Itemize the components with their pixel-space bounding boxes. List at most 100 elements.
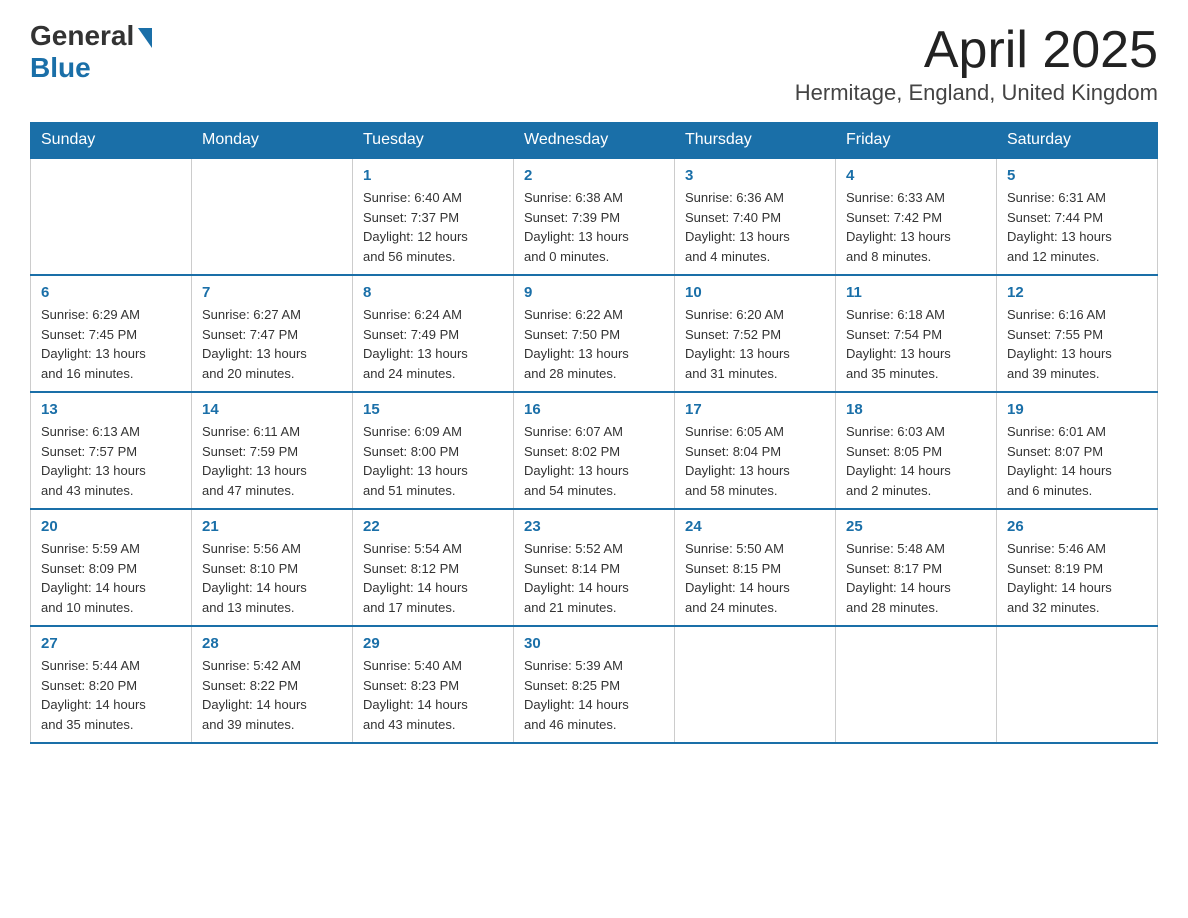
day-number: 4 xyxy=(846,167,986,184)
calendar-cell: 28 Sunrise: 5:42 AM Sunset: 8:22 PM Dayli… xyxy=(192,626,353,743)
calendar-cell: 4 Sunrise: 6:33 AM Sunset: 7:42 PM Daylig… xyxy=(836,158,997,275)
calendar-cell: 13 Sunrise: 6:13 AM Sunset: 7:57 PM Dayli… xyxy=(31,392,192,509)
week-row-1: 1 Sunrise: 6:40 AM Sunset: 7:37 PM Daylig… xyxy=(31,158,1158,275)
day-info: Sunrise: 6:36 AM Sunset: 7:40 PM Dayligh… xyxy=(685,188,825,266)
week-row-5: 27 Sunrise: 5:44 AM Sunset: 8:20 PM Dayli… xyxy=(31,626,1158,743)
calendar-cell: 3 Sunrise: 6:36 AM Sunset: 7:40 PM Daylig… xyxy=(675,158,836,275)
calendar-cell: 2 Sunrise: 6:38 AM Sunset: 7:39 PM Daylig… xyxy=(514,158,675,275)
weekday-header-wednesday: Wednesday xyxy=(514,123,675,159)
month-title: April 2025 xyxy=(795,20,1158,80)
day-info: Sunrise: 5:59 AM Sunset: 8:09 PM Dayligh… xyxy=(41,539,181,617)
calendar-cell: 12Sunrise: 6:16 AM Sunset: 7:55 PM Dayli… xyxy=(997,275,1158,392)
day-number: 2 xyxy=(524,167,664,184)
calendar-cell xyxy=(31,158,192,275)
calendar-cell: 5Sunrise: 6:31 AM Sunset: 7:44 PM Daylig… xyxy=(997,158,1158,275)
day-info: Sunrise: 6:31 AM Sunset: 7:44 PM Dayligh… xyxy=(1007,188,1147,266)
day-info: Sunrise: 5:39 AM Sunset: 8:25 PM Dayligh… xyxy=(524,656,664,734)
day-info: Sunrise: 6:07 AM Sunset: 8:02 PM Dayligh… xyxy=(524,422,664,500)
calendar-cell: 6Sunrise: 6:29 AM Sunset: 7:45 PM Daylig… xyxy=(31,275,192,392)
calendar-cell: 18 Sunrise: 6:03 AM Sunset: 8:05 PM Dayli… xyxy=(836,392,997,509)
day-number: 1 xyxy=(363,167,503,184)
day-info: Sunrise: 5:56 AM Sunset: 8:10 PM Dayligh… xyxy=(202,539,342,617)
day-info: Sunrise: 6:27 AM Sunset: 7:47 PM Dayligh… xyxy=(202,305,342,383)
logo-general-text: General xyxy=(30,20,134,52)
calendar-cell: 24Sunrise: 5:50 AM Sunset: 8:15 PM Dayli… xyxy=(675,509,836,626)
calendar-cell xyxy=(997,626,1158,743)
day-number: 14 xyxy=(202,401,342,418)
calendar-table: SundayMondayTuesdayWednesdayThursdayFrid… xyxy=(30,122,1158,744)
day-info: Sunrise: 6:09 AM Sunset: 8:00 PM Dayligh… xyxy=(363,422,503,500)
day-number: 26 xyxy=(1007,518,1147,535)
day-number: 9 xyxy=(524,284,664,301)
calendar-cell: 26Sunrise: 5:46 AM Sunset: 8:19 PM Dayli… xyxy=(997,509,1158,626)
calendar-cell: 10Sunrise: 6:20 AM Sunset: 7:52 PM Dayli… xyxy=(675,275,836,392)
day-info: Sunrise: 6:33 AM Sunset: 7:42 PM Dayligh… xyxy=(846,188,986,266)
day-number: 13 xyxy=(41,401,181,418)
day-number: 22 xyxy=(363,518,503,535)
day-number: 3 xyxy=(685,167,825,184)
day-number: 17 xyxy=(685,401,825,418)
title-section: April 2025 Hermitage, England, United Ki… xyxy=(795,20,1158,106)
calendar-cell: 15Sunrise: 6:09 AM Sunset: 8:00 PM Dayli… xyxy=(353,392,514,509)
location-text: Hermitage, England, United Kingdom xyxy=(795,80,1158,106)
day-info: Sunrise: 5:40 AM Sunset: 8:23 PM Dayligh… xyxy=(363,656,503,734)
weekday-header-tuesday: Tuesday xyxy=(353,123,514,159)
day-info: Sunrise: 6:01 AM Sunset: 8:07 PM Dayligh… xyxy=(1007,422,1147,500)
day-info: Sunrise: 5:42 AM Sunset: 8:22 PM Dayligh… xyxy=(202,656,342,734)
calendar-cell: 11 Sunrise: 6:18 AM Sunset: 7:54 PM Dayli… xyxy=(836,275,997,392)
week-row-3: 13 Sunrise: 6:13 AM Sunset: 7:57 PM Dayli… xyxy=(31,392,1158,509)
day-info: Sunrise: 5:52 AM Sunset: 8:14 PM Dayligh… xyxy=(524,539,664,617)
calendar-cell: 22 Sunrise: 5:54 AM Sunset: 8:12 PM Dayli… xyxy=(353,509,514,626)
weekday-header-thursday: Thursday xyxy=(675,123,836,159)
logo-blue-text: Blue xyxy=(30,52,91,84)
calendar-cell: 25Sunrise: 5:48 AM Sunset: 8:17 PM Dayli… xyxy=(836,509,997,626)
calendar-cell: 1 Sunrise: 6:40 AM Sunset: 7:37 PM Daylig… xyxy=(353,158,514,275)
calendar-cell: 9Sunrise: 6:22 AM Sunset: 7:50 PM Daylig… xyxy=(514,275,675,392)
calendar-cell: 17Sunrise: 6:05 AM Sunset: 8:04 PM Dayli… xyxy=(675,392,836,509)
weekday-header-sunday: Sunday xyxy=(31,123,192,159)
day-info: Sunrise: 6:16 AM Sunset: 7:55 PM Dayligh… xyxy=(1007,305,1147,383)
calendar-cell: 19Sunrise: 6:01 AM Sunset: 8:07 PM Dayli… xyxy=(997,392,1158,509)
day-info: Sunrise: 5:48 AM Sunset: 8:17 PM Dayligh… xyxy=(846,539,986,617)
weekday-header-friday: Friday xyxy=(836,123,997,159)
calendar-header-row: SundayMondayTuesdayWednesdayThursdayFrid… xyxy=(31,123,1158,159)
page-header: General Blue April 2025 Hermitage, Engla… xyxy=(30,20,1158,106)
day-info: Sunrise: 6:38 AM Sunset: 7:39 PM Dayligh… xyxy=(524,188,664,266)
day-number: 29 xyxy=(363,635,503,652)
calendar-cell: 21 Sunrise: 5:56 AM Sunset: 8:10 PM Dayli… xyxy=(192,509,353,626)
day-number: 16 xyxy=(524,401,664,418)
week-row-4: 20 Sunrise: 5:59 AM Sunset: 8:09 PM Dayli… xyxy=(31,509,1158,626)
day-number: 23 xyxy=(524,518,664,535)
day-number: 30 xyxy=(524,635,664,652)
day-info: Sunrise: 6:40 AM Sunset: 7:37 PM Dayligh… xyxy=(363,188,503,266)
calendar-cell: 20 Sunrise: 5:59 AM Sunset: 8:09 PM Dayli… xyxy=(31,509,192,626)
day-number: 27 xyxy=(41,635,181,652)
weekday-header-monday: Monday xyxy=(192,123,353,159)
day-number: 28 xyxy=(202,635,342,652)
calendar-cell: 27 Sunrise: 5:44 AM Sunset: 8:20 PM Dayli… xyxy=(31,626,192,743)
calendar-cell xyxy=(675,626,836,743)
day-number: 18 xyxy=(846,401,986,418)
logo-triangle-icon xyxy=(138,28,152,48)
week-row-2: 6Sunrise: 6:29 AM Sunset: 7:45 PM Daylig… xyxy=(31,275,1158,392)
day-number: 21 xyxy=(202,518,342,535)
day-info: Sunrise: 5:54 AM Sunset: 8:12 PM Dayligh… xyxy=(363,539,503,617)
calendar-cell: 8 Sunrise: 6:24 AM Sunset: 7:49 PM Daylig… xyxy=(353,275,514,392)
day-number: 11 xyxy=(846,284,986,301)
calendar-cell: 16 Sunrise: 6:07 AM Sunset: 8:02 PM Dayli… xyxy=(514,392,675,509)
day-number: 7 xyxy=(202,284,342,301)
day-number: 20 xyxy=(41,518,181,535)
day-number: 8 xyxy=(363,284,503,301)
calendar-cell xyxy=(836,626,997,743)
logo: General Blue xyxy=(30,20,152,84)
day-number: 24 xyxy=(685,518,825,535)
calendar-cell: 7 Sunrise: 6:27 AM Sunset: 7:47 PM Daylig… xyxy=(192,275,353,392)
day-info: Sunrise: 6:13 AM Sunset: 7:57 PM Dayligh… xyxy=(41,422,181,500)
day-info: Sunrise: 6:03 AM Sunset: 8:05 PM Dayligh… xyxy=(846,422,986,500)
calendar-cell: 14Sunrise: 6:11 AM Sunset: 7:59 PM Dayli… xyxy=(192,392,353,509)
day-info: Sunrise: 6:18 AM Sunset: 7:54 PM Dayligh… xyxy=(846,305,986,383)
calendar-cell: 29 Sunrise: 5:40 AM Sunset: 8:23 PM Dayli… xyxy=(353,626,514,743)
day-info: Sunrise: 6:24 AM Sunset: 7:49 PM Dayligh… xyxy=(363,305,503,383)
day-info: Sunrise: 5:44 AM Sunset: 8:20 PM Dayligh… xyxy=(41,656,181,734)
calendar-cell: 23 Sunrise: 5:52 AM Sunset: 8:14 PM Dayli… xyxy=(514,509,675,626)
